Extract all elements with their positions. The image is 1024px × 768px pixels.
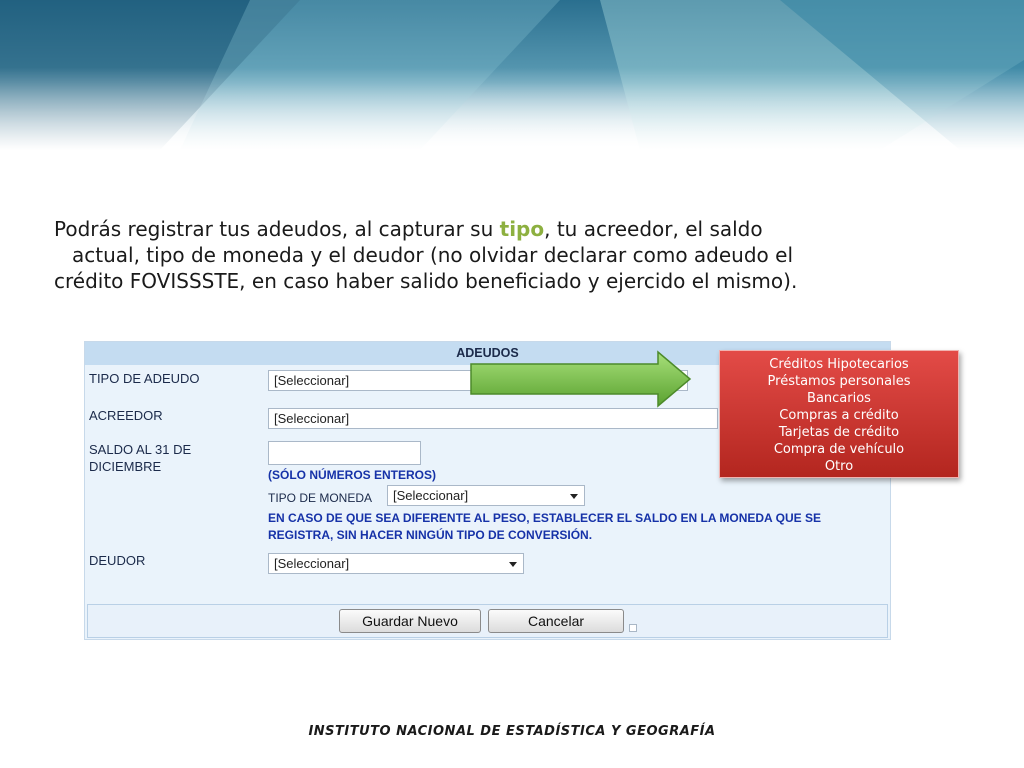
header-banner xyxy=(0,0,1024,150)
moneda-select[interactable]: [Seleccionar] xyxy=(387,485,585,506)
deudor-value: [Seleccionar] xyxy=(274,556,350,571)
moneda-note-line-2: REGISTRA, SIN HACER NINGÚN TIPO DE CONVE… xyxy=(268,528,593,542)
saldo-note: (SÓLO NÚMEROS ENTEROS) xyxy=(268,468,437,482)
chevron-down-icon xyxy=(570,494,578,499)
saldo-label-line-2: DICIEMBRE xyxy=(89,459,162,474)
option-compra-de-vehiculo: Compra de vehículo xyxy=(773,442,905,457)
intro-line-2: actual, tipo de moneda y el deudor (no o… xyxy=(72,243,793,267)
moneda-value: [Seleccionar] xyxy=(393,488,469,503)
acreedor-label: ACREEDOR xyxy=(89,408,163,423)
cancelar-button[interactable]: Cancelar xyxy=(488,609,624,633)
footer-institution: INSTITUTO NACIONAL DE ESTADÍSTICA Y GEOG… xyxy=(308,724,716,739)
saldo-label-line-1: SALDO AL 31 DE xyxy=(89,442,192,457)
option-creditos-hipotecarios: Créditos Hipotecarios xyxy=(769,357,909,372)
intro-line-1-start: Podrás registrar tus adeudos, al captura… xyxy=(54,217,500,241)
button-bar: Guardar Nuevo Cancelar xyxy=(87,604,888,638)
moneda-note-line-1: EN CASO DE QUE SEA DIFERENTE AL PESO, ES… xyxy=(268,511,821,525)
highlight-tipo: tipo xyxy=(499,217,545,241)
tipo-adeudo-options-popup: Créditos Hipotecarios Préstamos personal… xyxy=(719,350,959,478)
acreedor-select[interactable]: [Seleccionar] xyxy=(268,408,718,429)
moneda-label: TIPO DE MONEDA xyxy=(268,491,373,505)
intro-line-1: Podrás registrar tus adeudos, al captura… xyxy=(54,216,934,242)
option-compras-a-credito: Compras a crédito xyxy=(779,408,899,423)
intro-text: Podrás registrar tus adeudos, al captura… xyxy=(54,216,934,294)
chevron-down-icon xyxy=(509,562,517,567)
acreedor-value: [Seleccionar] xyxy=(274,411,350,426)
option-otro: Otro xyxy=(824,459,854,474)
guardar-nuevo-button[interactable]: Guardar Nuevo xyxy=(339,609,481,633)
option-prestamos-personales: Préstamos personales xyxy=(767,374,911,389)
tipo-adeudo-value: [Seleccionar] xyxy=(274,373,350,388)
intro-line-1-end: , tu acreedor, el saldo xyxy=(544,217,763,241)
option-tarjetas-de-credito: Tarjetas de crédito xyxy=(778,425,900,440)
saldo-input[interactable] xyxy=(268,441,421,465)
tipo-adeudo-label: TIPO DE ADEUDO xyxy=(89,371,200,386)
option-bancarios: Bancarios xyxy=(807,391,871,406)
deudor-label: DEUDOR xyxy=(89,553,146,568)
intro-line-3: crédito FOVISSSTE, en caso haber salido … xyxy=(54,269,798,293)
resize-handle xyxy=(629,624,637,632)
green-arrow-icon xyxy=(470,350,692,408)
deudor-select[interactable]: [Seleccionar] xyxy=(268,553,524,574)
